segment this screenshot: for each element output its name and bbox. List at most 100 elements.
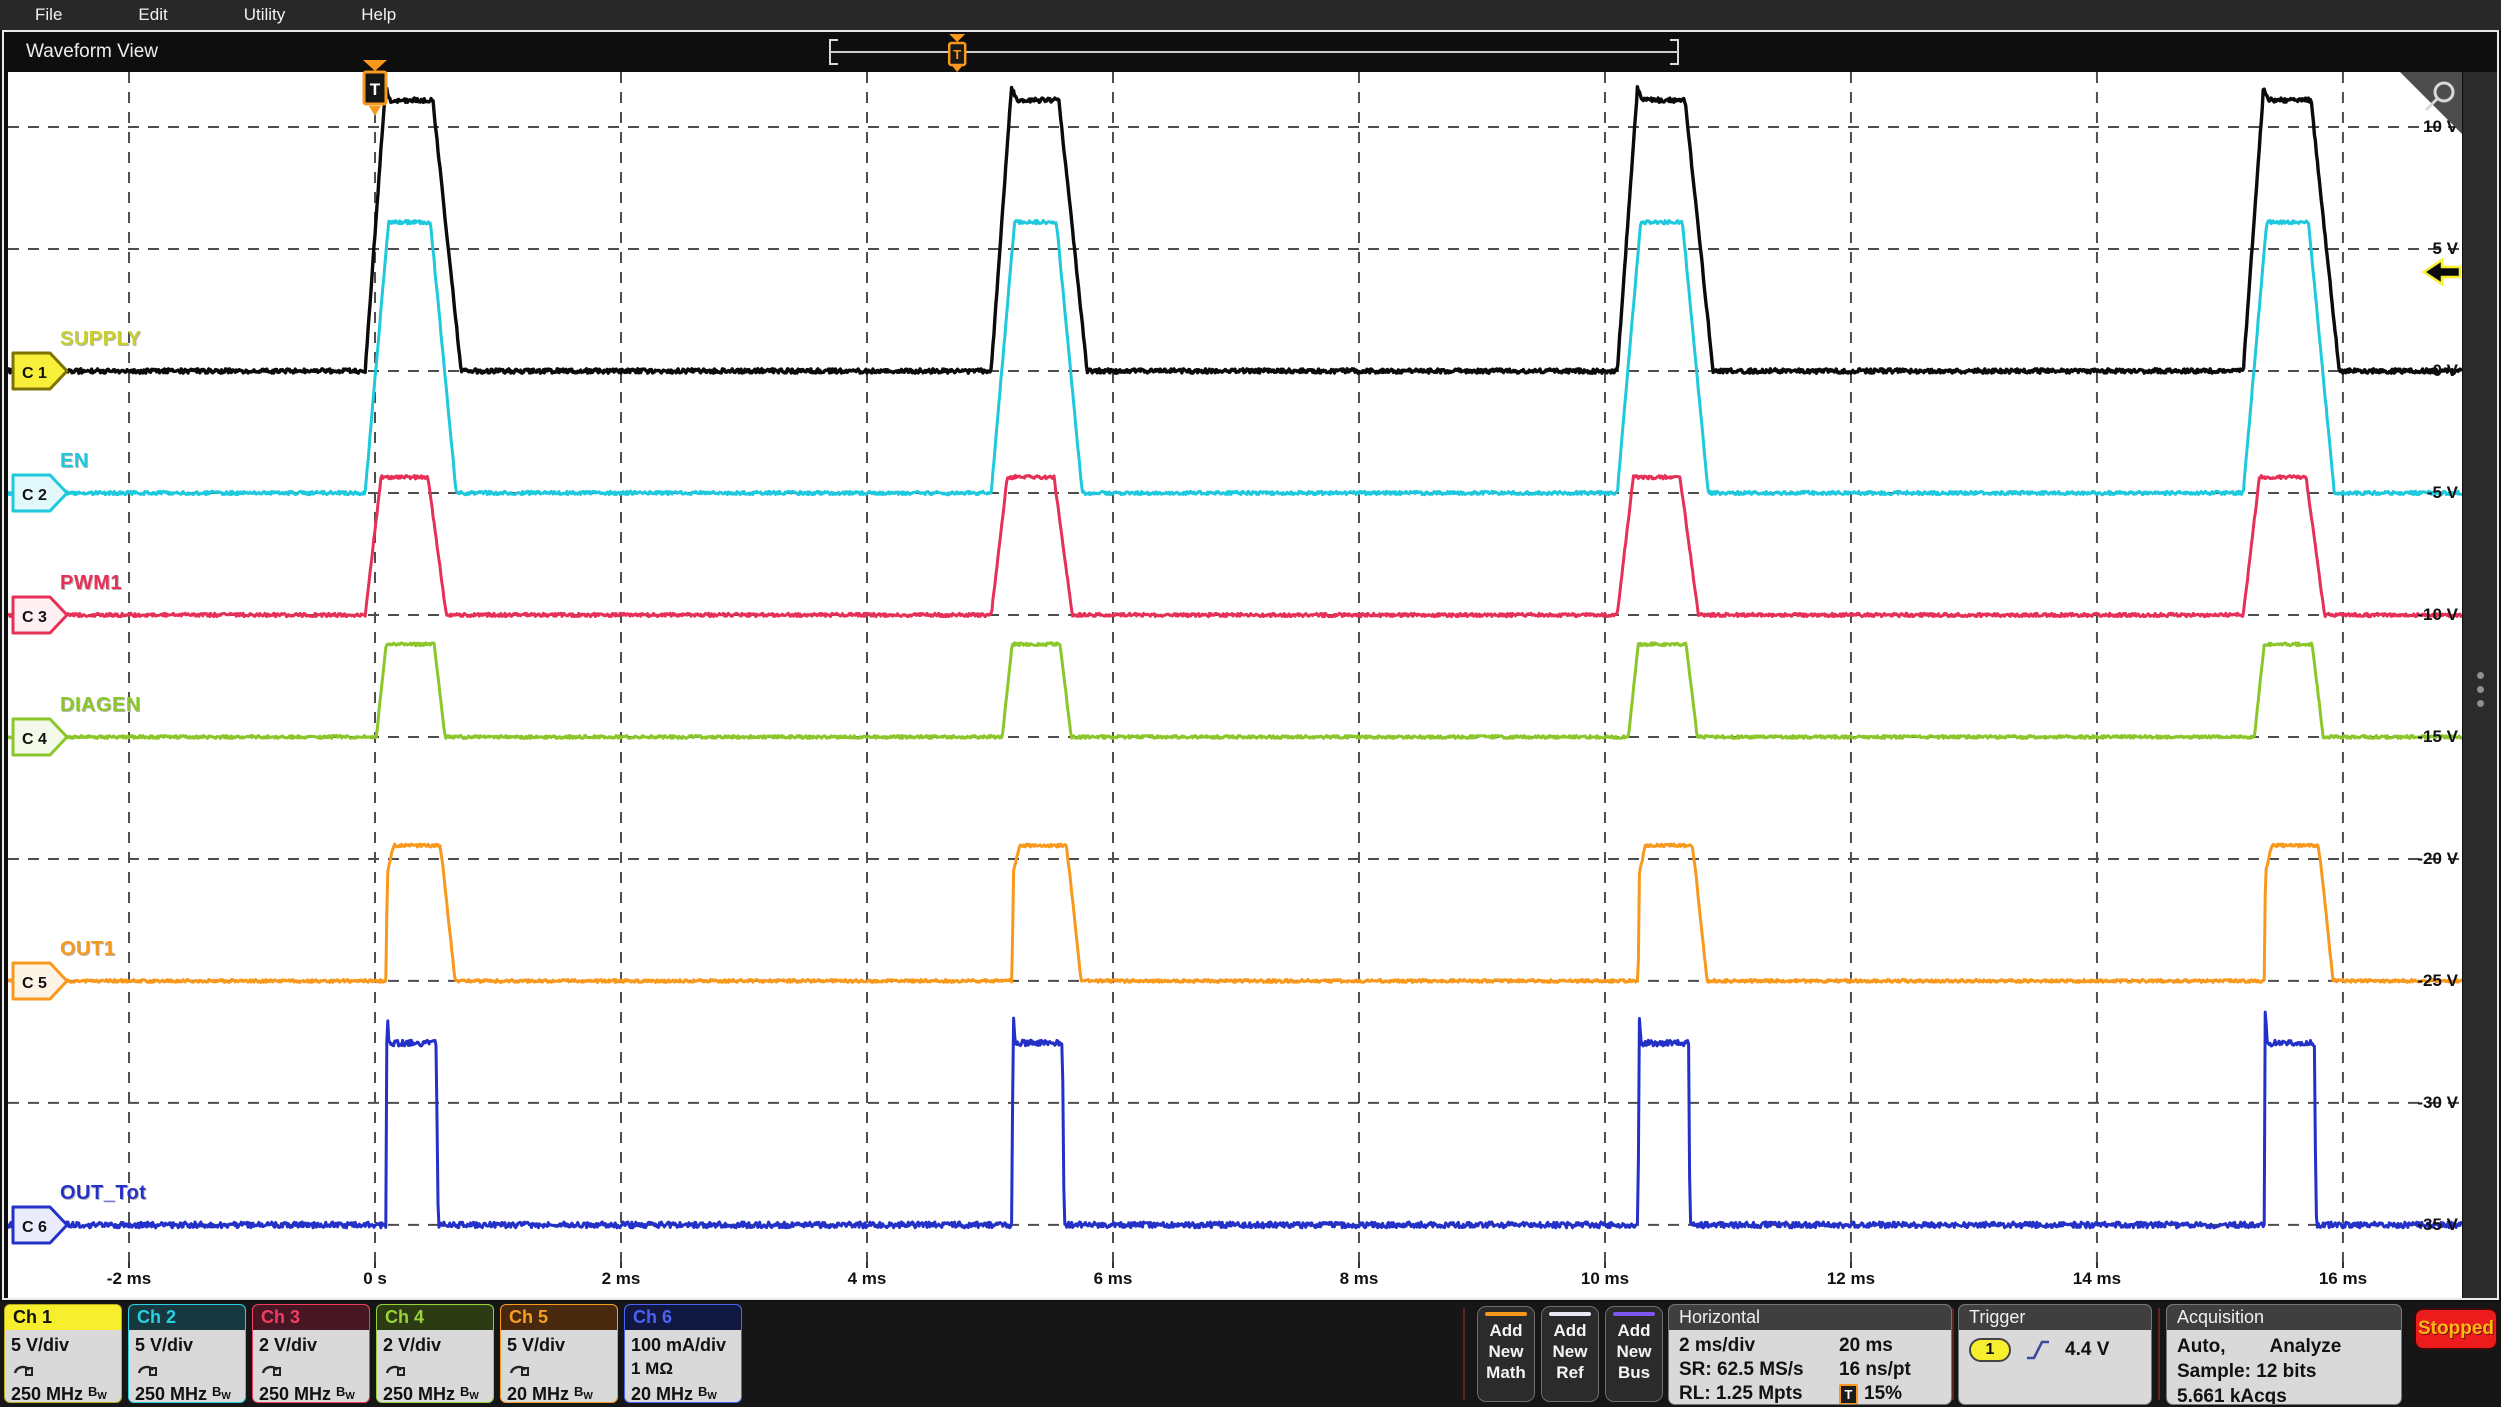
waveform-window: Waveform View T 10 V5 V0 V-5 V-10 V-15 V… (2, 30, 2499, 1300)
add-new-math-button[interactable]: Add New Math (1477, 1306, 1535, 1402)
math-color-stripe (1485, 1312, 1527, 1316)
channel-card-title: Ch 3 (253, 1305, 369, 1330)
x-axis-label: 16 ms (2298, 1269, 2388, 1289)
trace-label-supply: SUPPLY (60, 328, 141, 351)
add-new-ref-button[interactable]: Add New Ref (1541, 1306, 1599, 1402)
channel-bandwidth: 20 MHz BW (631, 1380, 735, 1403)
x-axis-label: 12 ms (1806, 1269, 1896, 1289)
channel-bandwidth: 20 MHz BW (507, 1380, 611, 1403)
divider (2158, 1308, 2160, 1400)
horizontal-scale: 2 ms/div (1679, 1334, 1839, 1358)
x-axis-label: 0 s (330, 1269, 420, 1289)
svg-text:C 2: C 2 (22, 487, 47, 504)
probe-icon (383, 1357, 487, 1380)
horizontal-record-length: RL: 1.25 Mpts (1679, 1382, 1839, 1405)
waveform-canvas[interactable] (8, 72, 2462, 1262)
x-axis-tick (1604, 1262, 1606, 1268)
probe-icon (259, 1357, 363, 1380)
trigger-panel-title: Trigger (1959, 1305, 2151, 1330)
trigger-level-arrow[interactable] (2422, 252, 2462, 292)
channel-card-ch4[interactable]: Ch 42 V/div250 MHz BW (376, 1304, 494, 1403)
channel-card-title: Ch 4 (377, 1305, 493, 1330)
channel-badge-c6[interactable]: C 6 (10, 1203, 72, 1247)
horizontal-panel-title: Horizontal (1669, 1305, 1951, 1330)
channel-card-ch5[interactable]: Ch 5 5 V/div 20 MHz BW (500, 1304, 618, 1403)
trigger-position-icon: T (1839, 1384, 1858, 1405)
channel-badge-c4[interactable]: C 4 (10, 715, 72, 759)
channel-card-ch3[interactable]: Ch 3 2 V/div 250 MHz BW (252, 1304, 370, 1403)
channel-bandwidth: 250 MHz BW (259, 1380, 363, 1403)
bandwidth-limit-badge: BW (574, 1384, 593, 1399)
x-axis-label: 4 ms (822, 1269, 912, 1289)
trigger-panel[interactable]: Trigger 1 4.4 V (1958, 1304, 2152, 1405)
acquisition-panel[interactable]: Acquisition Auto, Analyze Sample: 12 bit… (2166, 1304, 2402, 1405)
x-axis-label: 10 ms (1560, 1269, 1650, 1289)
x-axis-tick (866, 1262, 868, 1268)
trace-label-pwm1: PWM1 (60, 572, 122, 595)
channel-badge-c3[interactable]: C 3 (10, 593, 72, 637)
svg-text:T: T (953, 47, 961, 62)
probe-icon (11, 1357, 115, 1380)
channel-scale: 2 V/div (259, 1333, 363, 1357)
menu-file[interactable]: File (35, 5, 62, 25)
bandwidth-limit-badge: BW (336, 1384, 355, 1399)
bandwidth-limit-badge: BW (212, 1384, 231, 1399)
menu-utility[interactable]: Utility (244, 5, 286, 25)
x-axis-tick (1850, 1262, 1852, 1268)
channel-card-ch1[interactable]: Ch 15 V/div250 MHz BW (4, 1304, 122, 1403)
x-axis-label: 14 ms (2052, 1269, 2142, 1289)
channel-scale: 5 V/div (507, 1333, 611, 1357)
channel-card-ch6[interactable]: Ch 6100 mA/div1 MΩ20 MHz BW (624, 1304, 742, 1403)
svg-text:T: T (370, 80, 381, 99)
horizontal-panel[interactable]: Horizontal 2 ms/div 20 ms SR: 62.5 MS/s … (1668, 1304, 1952, 1405)
bandwidth-limit-badge: BW (698, 1384, 717, 1399)
channel-scale: 2 V/div (383, 1333, 487, 1357)
horizontal-sample-rate: SR: 62.5 MS/s (1679, 1358, 1839, 1382)
svg-text:C 5: C 5 (22, 975, 47, 992)
acquisition-sample: Sample: 12 bits (2177, 1359, 2401, 1384)
channel-impedance: 1 MΩ (631, 1357, 735, 1380)
rising-edge-icon (2025, 1338, 2051, 1362)
drag-handle-dot (2477, 672, 2484, 679)
acquisition-count: 5.661 kAcqs (2177, 1384, 2401, 1405)
acquisition-panel-title: Acquisition (2167, 1305, 2401, 1330)
acquisition-analyze: Analyze (2270, 1334, 2342, 1359)
plot-area[interactable]: 10 V5 V0 V-5 V-10 V-15 V-20 V-25 V-30 V-… (8, 72, 2462, 1262)
trigger-position-marker[interactable]: T (358, 60, 392, 126)
probe-icon (507, 1357, 611, 1380)
channel-scale: 100 mA/div (631, 1333, 735, 1357)
svg-text:C 3: C 3 (22, 609, 47, 626)
channel-scale: 5 V/div (135, 1333, 239, 1357)
channel-bandwidth: 250 MHz BW (11, 1380, 115, 1403)
y-axis-label: -20 V (2362, 848, 2458, 870)
svg-text:C 4: C 4 (22, 731, 47, 748)
control-bar: Ch 15 V/div250 MHz BWCh 25 V/div250 MHz … (0, 1302, 2501, 1407)
y-axis-label: -5 V (2362, 482, 2458, 504)
menu-help[interactable]: Help (361, 5, 396, 25)
y-axis-label: -25 V (2362, 970, 2458, 992)
ref-color-stripe (1549, 1312, 1591, 1316)
channel-card-title: Ch 5 (501, 1305, 617, 1330)
menu-edit[interactable]: Edit (138, 5, 167, 25)
channel-badge-c2[interactable]: C 2 (10, 471, 72, 515)
bus-color-stripe (1613, 1312, 1655, 1316)
horizontal-trigger-position: 15% (1864, 1382, 1902, 1405)
y-axis-label: -30 V (2362, 1092, 2458, 1114)
channel-scale: 5 V/div (11, 1333, 115, 1357)
channel-bandwidth: 250 MHz BW (135, 1380, 239, 1403)
channel-card-ch2[interactable]: Ch 25 V/div250 MHz BW (128, 1304, 246, 1403)
divider (1952, 1308, 1954, 1400)
oscilloscope-app: File Edit Utility Help Waveform View T 1… (0, 0, 2501, 1407)
channel-badge-c1[interactable]: C 1 (10, 349, 72, 393)
add-new-bus-button[interactable]: Add New Bus (1605, 1306, 1663, 1402)
right-side-handle-strip[interactable] (2463, 72, 2497, 1298)
x-axis-label: 6 ms (1068, 1269, 1158, 1289)
stopped-badge[interactable]: Stopped (2414, 1308, 2498, 1350)
y-axis-label: -15 V (2362, 726, 2458, 748)
channel-badge-c5[interactable]: C 5 (10, 959, 72, 1003)
menu-bar: File Edit Utility Help (0, 0, 2501, 30)
zoom-corner-button[interactable] (2400, 72, 2462, 134)
x-axis-tick (1358, 1262, 1360, 1268)
horizontal-position-bar[interactable]: T (824, 32, 1684, 72)
x-axis: -2 ms0 s2 ms4 ms6 ms8 ms10 ms12 ms14 ms1… (8, 1262, 2462, 1298)
